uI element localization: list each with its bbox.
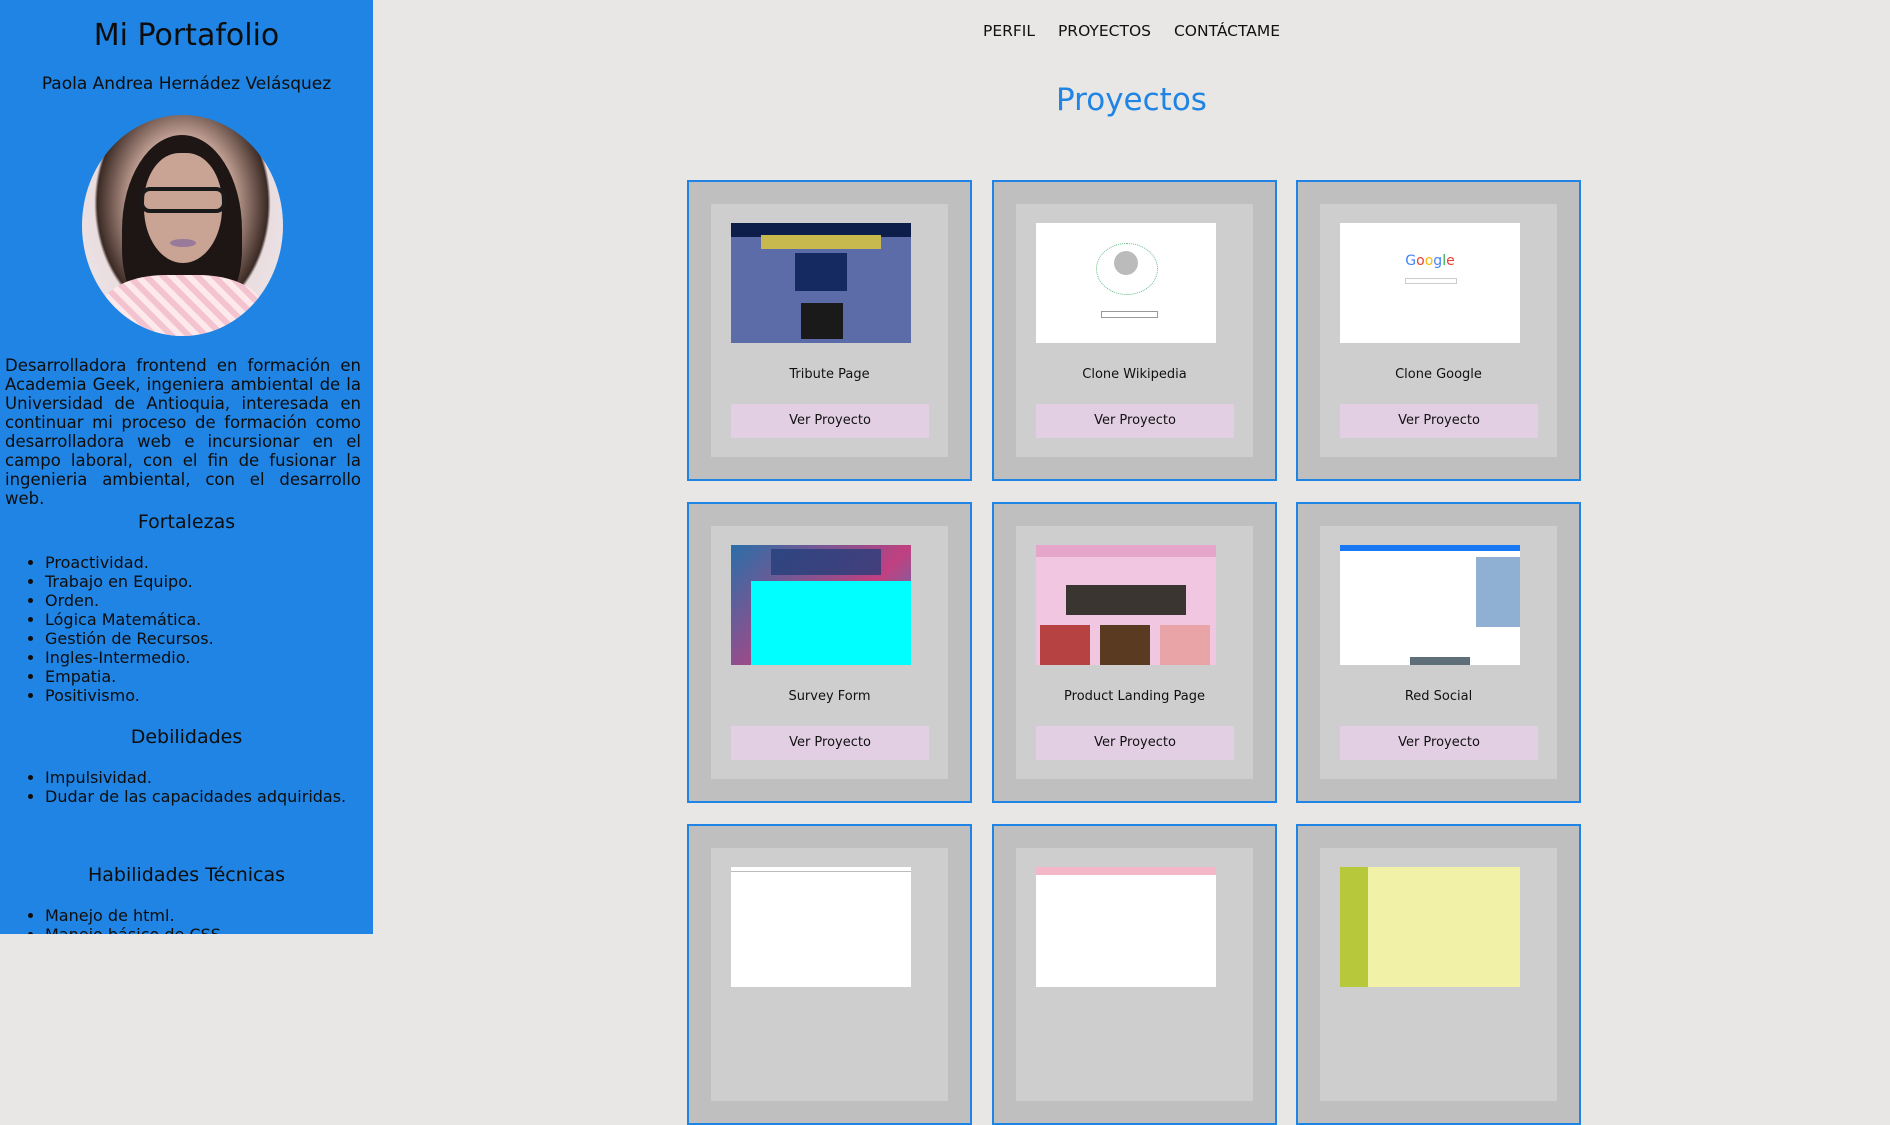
project-card: [1296, 824, 1581, 1125]
project-title: Red Social: [1404, 689, 1473, 704]
view-project-button[interactable]: Ver Proyecto: [731, 726, 929, 760]
list-item: Empatia.: [45, 667, 214, 686]
project-title: Tribute Page: [789, 367, 870, 382]
sidebar: Mi Portafolio Paola Andrea Hernádez Velá…: [0, 0, 373, 934]
view-project-button[interactable]: Ver Proyecto: [1340, 404, 1538, 438]
bio-text: Desarrolladora frontend en formación en …: [5, 356, 361, 508]
owner-name: Paola Andrea Hernádez Velásquez: [41, 74, 332, 94]
project-thumbnail[interactable]: [1340, 545, 1520, 665]
list-item: Orden.: [45, 591, 214, 610]
project-card: [687, 824, 972, 1125]
weaknesses-list: Impulsividad. Dudar de las capacidades a…: [45, 768, 346, 806]
page-title: Proyectos: [1056, 82, 1207, 118]
list-item: Positivismo.: [45, 686, 214, 705]
project-card: Google Clone Google Ver Proyecto: [1296, 180, 1581, 481]
project-thumbnail[interactable]: [1036, 223, 1216, 343]
project-title: Clone Wikipedia: [1082, 367, 1187, 382]
view-project-button[interactable]: Ver Proyecto: [731, 404, 929, 438]
list-item: Dudar de las capacidades adquiridas.: [45, 787, 346, 806]
project-card: Clone Wikipedia Ver Proyecto: [992, 180, 1277, 481]
project-title: Product Landing Page: [1064, 689, 1205, 704]
nav-link-contactame[interactable]: CONTÁCTAME: [1174, 22, 1280, 40]
project-card: Product Landing Page Ver Proyecto: [992, 502, 1277, 803]
top-nav: PERFIL PROYECTOS CONTÁCTAME: [373, 22, 1890, 40]
list-item: Impulsividad.: [45, 768, 346, 787]
skills-heading: Habilidades Técnicas: [87, 864, 286, 886]
strengths-heading: Fortalezas: [137, 511, 236, 533]
project-thumbnail[interactable]: Google: [1340, 223, 1520, 343]
view-project-button[interactable]: Ver Proyecto: [1340, 726, 1538, 760]
project-card: Survey Form Ver Proyecto: [687, 502, 972, 803]
list-item: Ingles-Intermedio.: [45, 648, 214, 667]
project-title: Survey Form: [788, 689, 871, 704]
strengths-list: Proactividad. Trabajo en Equipo. Orden. …: [45, 553, 214, 705]
view-project-button[interactable]: Ver Proyecto: [1036, 404, 1234, 438]
project-thumbnail[interactable]: [1036, 867, 1216, 987]
list-item: Manejo básico de CSS.: [45, 925, 226, 934]
project-card: Red Social Ver Proyecto: [1296, 502, 1581, 803]
weaknesses-heading: Debilidades: [130, 726, 243, 748]
nav-link-proyectos[interactable]: PROYECTOS: [1058, 22, 1151, 40]
avatar: [82, 115, 283, 336]
nav-link-perfil[interactable]: PERFIL: [983, 22, 1035, 40]
project-thumbnail[interactable]: [1036, 545, 1216, 665]
list-item: Proactividad.: [45, 553, 214, 572]
skills-list: Manejo de html. Manejo básico de CSS.: [45, 906, 226, 934]
list-item: Gestión de Recursos.: [45, 629, 214, 648]
list-item: Manejo de html.: [45, 906, 226, 925]
view-project-button[interactable]: Ver Proyecto: [1036, 726, 1234, 760]
project-title: Clone Google: [1395, 367, 1482, 382]
project-thumbnail[interactable]: [731, 867, 911, 987]
list-item: Lógica Matemática.: [45, 610, 214, 629]
project-thumbnail[interactable]: [731, 223, 911, 343]
site-title: Mi Portafolio: [93, 18, 280, 53]
project-card: [992, 824, 1277, 1125]
project-thumbnail[interactable]: [1340, 867, 1520, 987]
project-thumbnail[interactable]: [731, 545, 911, 665]
list-item: Trabajo en Equipo.: [45, 572, 214, 591]
project-card: Tribute Page Ver Proyecto: [687, 180, 972, 481]
